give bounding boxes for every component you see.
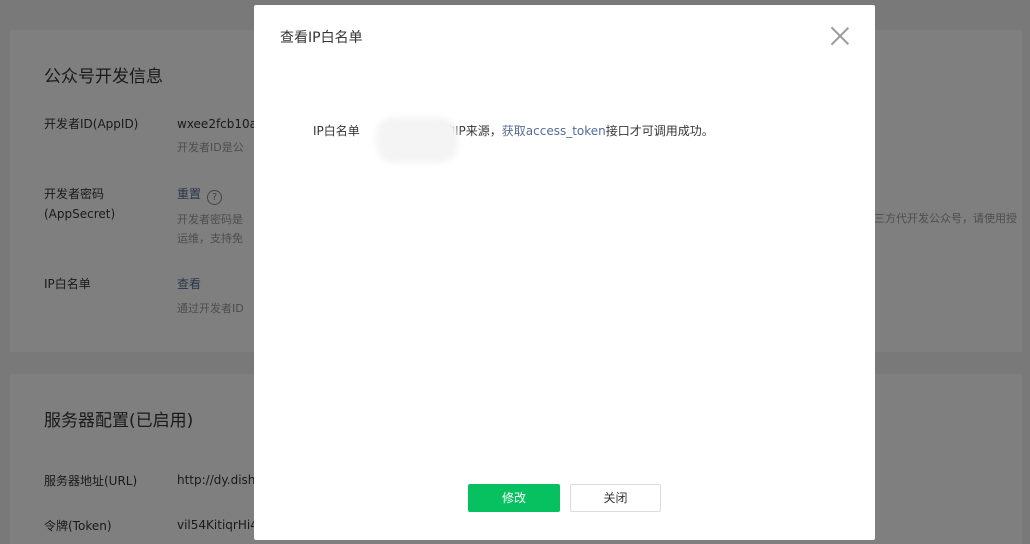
redacted-ip-area xyxy=(376,117,458,163)
ip-whitelist-field-label: IP白名单 xyxy=(313,124,360,138)
modify-button[interactable]: 修改 xyxy=(468,484,560,512)
description-text-end: 接口才可调用成功。 xyxy=(605,124,714,138)
ip-whitelist-dialog: 查看IP白名单 IP白名单 的IP来源，获取access_token接口才可调用… xyxy=(254,5,875,540)
dialog-title: 查看IP白名单 xyxy=(280,30,363,46)
close-icon[interactable] xyxy=(830,26,850,46)
close-button[interactable]: 关闭 xyxy=(570,484,661,512)
access-token-link[interactable]: 获取access_token xyxy=(502,124,606,138)
